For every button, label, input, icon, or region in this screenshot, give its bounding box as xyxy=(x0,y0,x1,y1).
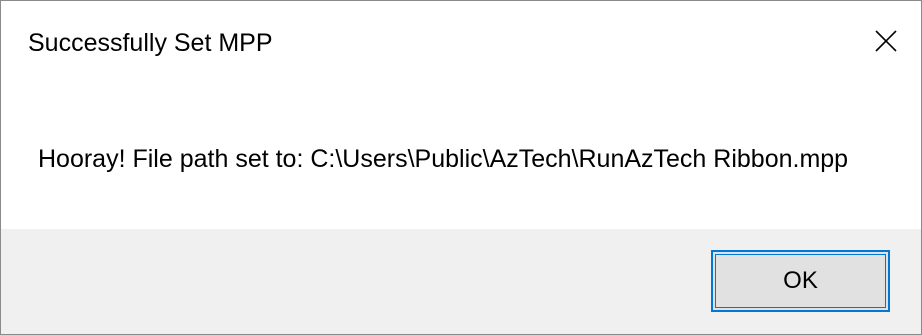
close-icon xyxy=(875,30,897,52)
dialog-message: Hooray! File path set to: C:\Users\Publi… xyxy=(38,145,849,173)
dialog-button-bar: OK xyxy=(1,229,921,334)
ok-button-label: OK xyxy=(783,267,818,294)
dialog-title: Successfully Set MPP xyxy=(28,29,273,57)
dialog-content: Hooray! File path set to: C:\Users\Publi… xyxy=(1,81,921,229)
title-bar: Successfully Set MPP xyxy=(1,1,921,81)
message-dialog: Successfully Set MPP Hooray! File path s… xyxy=(0,0,922,335)
close-button[interactable] xyxy=(851,1,921,81)
ok-button[interactable]: OK xyxy=(711,250,890,312)
